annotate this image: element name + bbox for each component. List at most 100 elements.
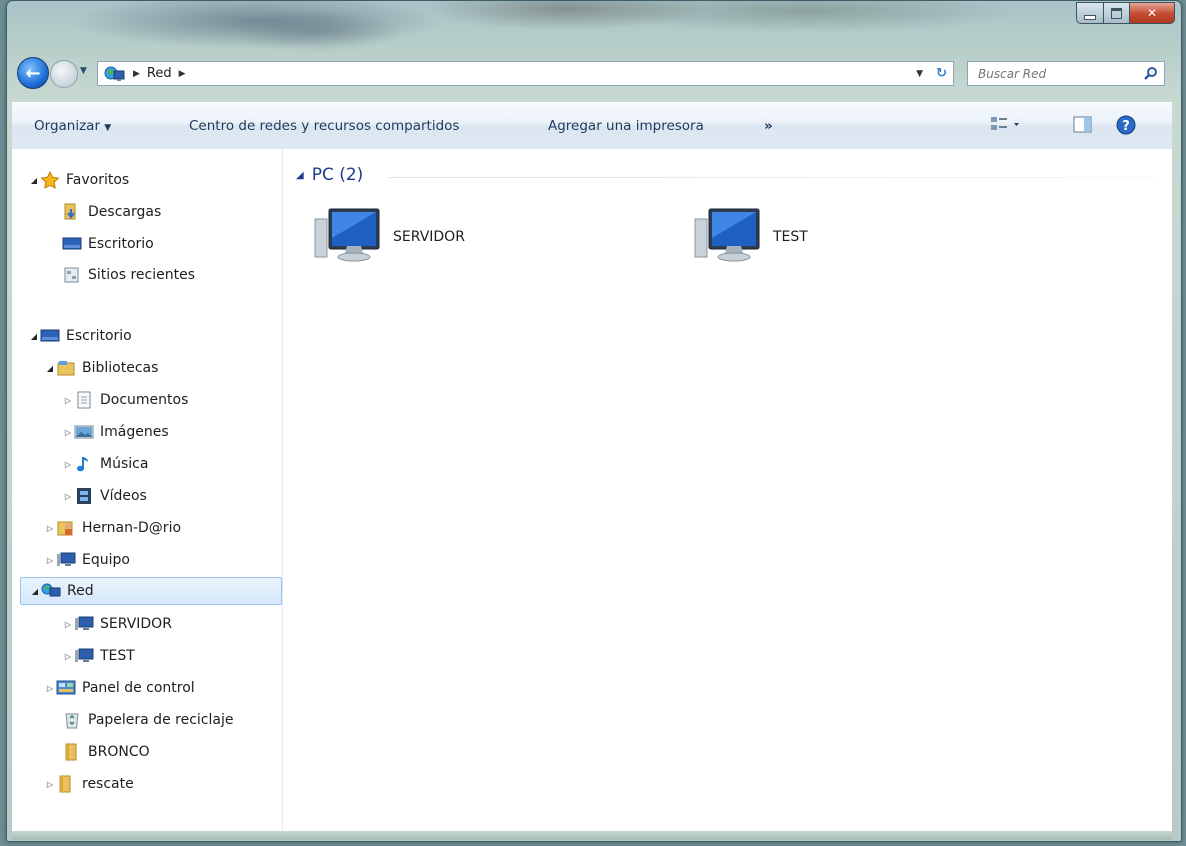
close-icon: ✕ [1146,6,1158,20]
tree-item-recent-places[interactable]: Sitios recientes [62,262,195,288]
maximize-icon [1111,7,1122,19]
forward-button[interactable] [50,60,78,88]
tree-item-documents[interactable]: ▷ Documentos [62,387,188,413]
group-divider [388,177,1158,178]
svg-text:?: ? [1122,119,1130,134]
computer-label: TEST [773,229,808,245]
breadcrumb-red[interactable]: Red [147,66,172,81]
control-panel-icon [56,679,76,697]
expanded-arrow-icon[interactable]: ◢ [29,587,41,596]
tree-label: Panel de control [82,680,195,696]
preview-pane-icon[interactable] [1073,115,1093,139]
tree-label: Papelera de reciclaje [88,712,234,728]
recent-places-icon [62,266,82,284]
tree-label: Bibliotecas [82,360,159,376]
tree-label: Documentos [100,392,189,408]
user-folder-icon [56,519,76,537]
libraries-icon [56,359,76,377]
close-button[interactable]: ✕ [1130,2,1175,24]
collapsed-arrow-icon[interactable]: ▷ [44,524,56,533]
tree-item-downloads[interactable]: Descargas [62,199,161,225]
back-arrow-icon: ← [25,62,41,84]
computer-icon [313,205,385,269]
back-button[interactable]: ← [17,57,49,89]
collapse-group-icon[interactable]: ◢ [296,170,304,181]
search-input[interactable] [976,65,1140,82]
network-center-button[interactable]: Centro de redes y recursos compartidos [189,118,459,134]
network-icon [104,66,126,82]
computer-item-servidor[interactable]: SERVIDOR [313,205,465,269]
tree-item-pictures[interactable]: ▷ Imágenes [62,419,169,445]
search-icon[interactable] [1144,65,1158,84]
recent-pages-dropdown-icon[interactable]: ▼ [80,66,87,76]
collapsed-arrow-icon[interactable]: ▷ [62,652,74,661]
expanded-arrow-icon[interactable]: ◢ [28,332,40,341]
tree-item-network[interactable]: ◢ Red [20,577,282,605]
tree-label: Equipo [82,552,130,568]
collapsed-arrow-icon[interactable]: ▷ [44,780,56,789]
navigation-pane: ◢ Favoritos Descargas Escritorio Sitios … [12,149,283,831]
folder-icon [62,743,82,761]
tree-label: Hernan-D@rio [82,520,182,536]
desktop-icon [40,327,60,345]
file-view: ◢ PC (2) SERVIDOR TEST [283,149,1172,831]
tree-label: SERVIDOR [100,616,172,632]
tree-item-computer[interactable]: ▷ Equipo [44,547,130,573]
search-box[interactable] [967,61,1165,86]
tree-item-videos[interactable]: ▷ Vídeos [62,483,147,509]
collapsed-arrow-icon[interactable]: ▷ [62,428,74,437]
computer-item-test[interactable]: TEST [693,205,808,269]
breadcrumb-chevron-icon[interactable]: ▶ [179,69,186,79]
computer-label: SERVIDOR [393,229,465,245]
collapsed-arrow-icon[interactable]: ▷ [62,396,74,405]
desktop-icon [62,235,82,253]
star-icon [40,170,60,189]
tree-item-recycle-bin[interactable]: Papelera de reciclaje [62,707,233,733]
more-commands-button[interactable]: » [764,118,773,134]
tree-item-libraries[interactable]: ◢ Bibliotecas [44,355,158,381]
collapsed-arrow-icon[interactable]: ▷ [62,492,74,501]
add-printer-button[interactable]: Agregar una impresora [548,118,704,134]
help-icon[interactable]: ? [1116,115,1136,139]
computer-icon [74,647,94,665]
tree-item-folder-bronco[interactable]: BRONCO [62,739,150,765]
minimize-icon [1084,14,1096,20]
music-icon [74,455,94,473]
tree-item-favorites[interactable]: ◢ Favoritos [28,167,129,193]
breadcrumb-chevron-icon[interactable]: ▶ [133,69,140,79]
tree-item-desktop-fav[interactable]: Escritorio [62,231,154,257]
tree-label: rescate [82,776,134,792]
computer-icon [74,615,94,633]
collapsed-arrow-icon[interactable]: ▷ [44,556,56,565]
organize-menu[interactable]: Organizar ▼ [34,118,111,134]
expanded-arrow-icon[interactable]: ◢ [28,176,40,185]
expanded-arrow-icon[interactable]: ◢ [44,364,56,373]
tree-item-folder-rescate[interactable]: ▷ rescate [44,771,134,797]
command-bar: Organizar ▼ Centro de redes y recursos c… [12,102,1172,150]
collapsed-arrow-icon[interactable]: ▷ [62,620,74,629]
address-history-dropdown-icon[interactable]: ▼ [916,69,923,79]
tree-item-user[interactable]: ▷ Hernan-D@rio [44,515,181,541]
tree-item-desktop[interactable]: ◢ Escritorio [28,323,132,349]
tree-label: Favoritos [66,172,130,188]
downloads-folder-icon [62,203,82,221]
address-bar[interactable]: ▶ Red ▶ ▼ ↻ [97,61,954,86]
view-options-icon[interactable] [990,115,1024,139]
network-icon [41,582,61,600]
tree-label: TEST [100,648,135,664]
maximize-button[interactable] [1104,2,1130,24]
tree-label: BRONCO [88,744,150,760]
title-bar[interactable] [7,1,1181,57]
tree-label: Red [67,583,94,599]
pictures-icon [74,423,94,441]
collapsed-arrow-icon[interactable]: ▷ [44,684,56,693]
group-header-pc[interactable]: ◢ PC (2) [296,165,363,185]
collapsed-arrow-icon[interactable]: ▷ [62,460,74,469]
refresh-icon[interactable]: ↻ [936,66,947,81]
tree-item-servidor[interactable]: ▷ SERVIDOR [62,611,172,637]
computer-icon [56,551,76,569]
minimize-button[interactable] [1076,2,1104,24]
tree-item-test[interactable]: ▷ TEST [62,643,135,669]
tree-item-control-panel[interactable]: ▷ Panel de control [44,675,195,701]
tree-item-music[interactable]: ▷ Música [62,451,149,477]
